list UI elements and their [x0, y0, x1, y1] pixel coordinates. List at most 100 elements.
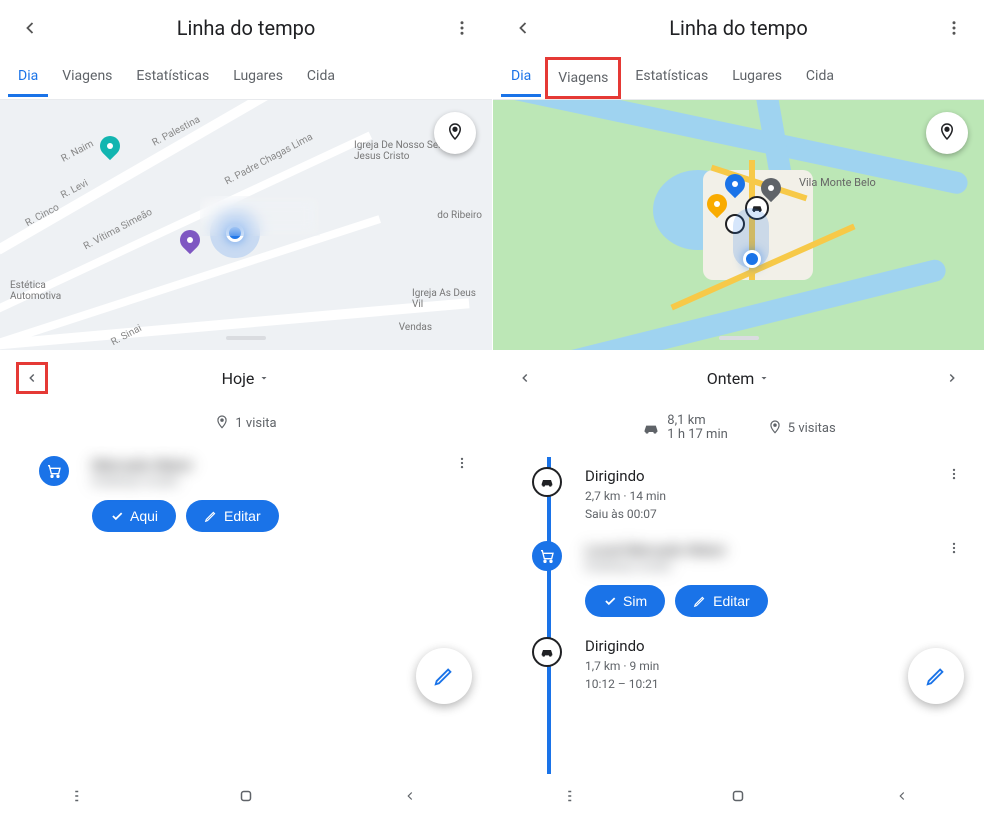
tab-trips[interactable]: Viagens — [52, 58, 122, 97]
poi-label: Igreja As Deus Vil — [412, 288, 482, 310]
day-summary: 8,1 km 1 h 17 min 5 visitas — [493, 406, 984, 457]
tab-stats[interactable]: Estatísticas — [126, 58, 219, 97]
place-title: Mercado Maior — [92, 456, 448, 474]
visits-count: 1 visita — [235, 416, 276, 431]
activity-metrics: 1,7 km · 9 min — [585, 659, 940, 673]
item-menu-button[interactable] — [940, 541, 968, 617]
current-location-dot — [743, 250, 761, 268]
activity-title: Dirigindo — [585, 637, 940, 655]
item-menu-button[interactable] — [940, 467, 968, 521]
pencil-icon — [925, 665, 947, 687]
page-title: Linha do tempo — [52, 16, 440, 40]
recents-button[interactable] — [52, 789, 112, 803]
check-icon — [603, 594, 617, 608]
back-nav-button[interactable] — [380, 789, 440, 803]
edit-button[interactable]: Editar — [186, 500, 279, 532]
confirm-yes-button[interactable]: Sim — [585, 585, 665, 617]
date-navigator: Ontem — [493, 350, 984, 406]
timeline-moving-item[interactable]: Dirigindo 1,7 km · 9 min 10:12 – 10:21 — [509, 627, 968, 701]
check-icon — [110, 509, 124, 523]
activity-title: Dirigindo — [585, 467, 940, 485]
date-label: Hoje — [222, 369, 255, 388]
map[interactable]: R. Naim R. Palestina R. Levi R. Cinco R.… — [0, 100, 492, 350]
android-nav-bar — [0, 774, 492, 818]
edit-fab[interactable] — [908, 648, 964, 704]
pencil-icon — [204, 509, 218, 523]
chevron-down-icon — [258, 372, 270, 384]
place-title: Local Mercado Maior — [585, 541, 940, 559]
activity-metrics: 2,7 km · 14 min — [585, 489, 940, 503]
pin-icon — [768, 419, 782, 437]
sheet-drag-handle[interactable] — [719, 336, 759, 340]
tab-day[interactable]: Dia — [8, 58, 48, 97]
pencil-icon — [693, 594, 707, 608]
drive-summary: 8,1 km 1 h 17 min — [641, 414, 728, 443]
timeline-list: Dirigindo 2,7 km · 14 min Saiu às 00:07 … — [493, 457, 984, 774]
prev-day-button[interactable] — [509, 362, 541, 394]
back-button[interactable] — [501, 6, 545, 50]
place-subtitle: Endereço oculto — [92, 474, 448, 488]
activity-time: Saiu às 00:07 — [585, 507, 940, 521]
tab-places[interactable]: Lugares — [223, 58, 293, 97]
poi-label: Vendas — [399, 322, 432, 333]
timeline-list: Mercado Maior Endereço oculto Aqui Edita… — [0, 446, 492, 774]
car-icon — [532, 467, 562, 497]
back-nav-button[interactable] — [872, 789, 932, 803]
cart-icon — [532, 541, 562, 571]
drive-distance: 8,1 km — [667, 414, 728, 428]
map-layers-button[interactable] — [926, 112, 968, 154]
date-selector[interactable]: Ontem — [707, 369, 771, 388]
tab-cities[interactable]: Cida — [796, 58, 844, 97]
chevron-down-icon — [758, 372, 770, 384]
edit-fab[interactable] — [416, 648, 472, 704]
cart-icon — [39, 456, 69, 486]
poi-label: Estética Automotiva — [10, 280, 90, 302]
date-label: Ontem — [707, 369, 755, 388]
car-icon — [641, 420, 661, 436]
tab-trips[interactable]: Viagens — [545, 57, 621, 99]
home-button[interactable] — [708, 787, 768, 805]
tab-stats[interactable]: Estatísticas — [625, 58, 718, 97]
recents-button[interactable] — [545, 789, 605, 803]
home-button[interactable] — [216, 787, 276, 805]
date-navigator: Hoje — [0, 350, 492, 406]
phone-left: Linha do tempo Dia Viagens Estatísticas … — [0, 0, 492, 818]
confirm-here-button[interactable]: Aqui — [92, 500, 176, 532]
map[interactable]: Vila Monte Belo — [493, 100, 984, 350]
date-selector[interactable]: Hoje — [222, 369, 271, 388]
android-nav-bar — [493, 774, 984, 818]
day-summary: 1 visita — [0, 406, 492, 446]
sheet-drag-handle[interactable] — [226, 336, 266, 340]
drive-duration: 1 h 17 min — [667, 428, 728, 442]
town-label: Vila Monte Belo — [799, 176, 876, 189]
tab-places[interactable]: Lugares — [722, 58, 792, 97]
app-bar: Linha do tempo — [493, 0, 984, 56]
activity-time: 10:12 – 10:21 — [585, 677, 940, 691]
page-title: Linha do tempo — [545, 16, 932, 40]
overflow-menu-button[interactable] — [932, 6, 976, 50]
street-label: R. Naim — [59, 138, 95, 164]
timeline-moving-item[interactable]: Dirigindo 2,7 km · 14 min Saiu às 00:07 — [509, 457, 968, 531]
place-subtitle: Endereço oculto — [585, 559, 940, 573]
pin-icon — [215, 414, 229, 432]
phone-right: Linha do tempo Dia Viagens Estatísticas … — [492, 0, 984, 818]
edit-button[interactable]: Editar — [675, 585, 768, 617]
timeline-place-item[interactable]: Mercado Maior Endereço oculto Aqui Edita… — [16, 446, 476, 542]
visits-summary: 5 visitas — [768, 414, 836, 443]
map-layers-button[interactable] — [434, 112, 476, 154]
tabs: Dia Viagens Estatísticas Lugares Cida — [493, 56, 984, 100]
prev-day-button[interactable] — [16, 362, 48, 394]
item-menu-button[interactable] — [448, 456, 476, 532]
timeline-place-item[interactable]: Local Mercado Maior Endereço oculto Sim … — [509, 531, 968, 627]
tabs: Dia Viagens Estatísticas Lugares Cida — [0, 56, 492, 100]
next-day-button[interactable] — [936, 362, 968, 394]
overflow-menu-button[interactable] — [440, 6, 484, 50]
map-pin-icon[interactable] — [96, 132, 124, 160]
car-icon — [532, 637, 562, 667]
tab-day[interactable]: Dia — [501, 58, 541, 97]
visits-count: 5 visitas — [788, 421, 836, 436]
back-button[interactable] — [8, 6, 52, 50]
visits-summary: 1 visita — [215, 414, 276, 432]
pencil-icon — [433, 665, 455, 687]
tab-cities[interactable]: Cida — [297, 58, 345, 97]
